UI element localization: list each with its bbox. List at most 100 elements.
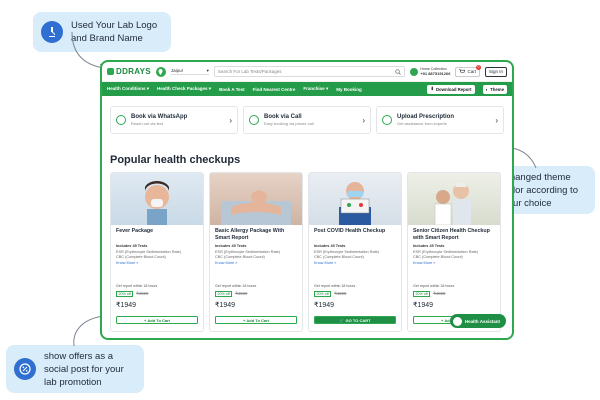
know-more-link[interactable]: Know More » (413, 261, 495, 265)
option-subtitle: Reach out via text (131, 121, 164, 126)
package-price: ₹1949 (215, 302, 236, 309)
know-more-link[interactable]: Know More » (314, 261, 396, 265)
website-preview: DDRAYS Jaipur ▾ Search For Lab Tests/Pac… (100, 60, 514, 340)
download-icon: ⬇ (430, 86, 434, 91)
discount-icon (14, 358, 36, 380)
discount-badge: 20% off (314, 291, 332, 297)
package-price: ₹1949 (116, 302, 137, 309)
main-nav: Health Conditions ▾ Health Check Package… (102, 82, 512, 96)
nav-book-a-test[interactable]: Book A Test (219, 87, 245, 92)
report-time: Get report within 18 hours (314, 284, 356, 288)
microscope-icon (41, 21, 63, 43)
cart-count-badge: 0 (475, 64, 481, 70)
nav-health-check-packages[interactable]: Health Check Packages ▾ (157, 86, 211, 92)
report-time: Get report within 18 hours (413, 284, 455, 288)
cart-icon: 🛒 (339, 317, 345, 323)
package-test: ESR (Erythrocyte Sedimentation Rate) (215, 249, 280, 254)
package-title: Post COVID Health Checkup (314, 228, 386, 234)
cart-label: Cart (467, 69, 476, 74)
option-title: Book via WhatsApp (131, 114, 188, 120)
discount-badge: 20% off (413, 291, 431, 297)
nav-health-conditions[interactable]: Health Conditions ▾ (107, 86, 149, 92)
package-card[interactable]: Fever Package Includes 45 Tests ESR (Ery… (110, 172, 204, 332)
report-time: Get report within 18 hours (116, 284, 158, 288)
search-icon[interactable] (395, 68, 402, 75)
package-test: CBC (Complete Blood Count) (215, 255, 265, 259)
go-to-cart-button[interactable]: 🛒 GO TO CART (314, 316, 396, 324)
chevron-right-icon: › (362, 115, 365, 125)
chevron-right-icon: › (495, 115, 498, 125)
brand-logo[interactable]: DDRAYS (107, 67, 151, 76)
discount-badge: 20% off (215, 291, 233, 297)
package-title: Fever Package (116, 228, 154, 234)
health-assistant-label: Health Assistant (464, 318, 500, 324)
option-title: Upload Prescription (397, 114, 455, 120)
package-test: CBC (Complete Blood Count) (314, 255, 364, 259)
location-value: Jaipur (170, 68, 184, 73)
prescription-icon (382, 115, 392, 125)
original-price: ₹4599 (433, 291, 446, 296)
logo-mark-icon (107, 68, 114, 75)
package-includes: Includes 45 Tests (413, 244, 445, 248)
package-test: ESR (Erythrocyte Sedimentation Rate) (116, 249, 181, 254)
section-title: Popular health checkups (110, 154, 241, 166)
theme-button[interactable]: ◐ Theme (482, 84, 507, 94)
location-pin-icon (155, 66, 166, 77)
option-whatsapp[interactable]: Book via WhatsApp Reach out via text › (110, 106, 238, 134)
location-select[interactable]: Jaipur ▾ (170, 68, 209, 75)
package-title: Basic Allergy Package With Smart Report (215, 228, 285, 241)
package-includes: Includes 45 Tests (314, 244, 346, 248)
package-includes: Includes 45 Tests (215, 244, 247, 248)
package-price: ₹1949 (314, 302, 335, 309)
add-to-cart-button[interactable]: + Add To Cart (116, 316, 198, 324)
option-subtitle: Get assistance from experts (397, 121, 447, 126)
nav-franchise[interactable]: Franchise ▾ (303, 86, 328, 92)
discount-badge: 20% off (116, 291, 134, 297)
cart-button[interactable]: Cart 0 (455, 64, 481, 77)
callout-offer-text: show offers as a social post for your la… (44, 350, 124, 388)
report-time: Get report within 18 hours (215, 284, 257, 288)
know-more-link[interactable]: Know More » (215, 261, 297, 265)
package-image (210, 173, 302, 225)
know-more-link[interactable]: Know More » (116, 261, 198, 265)
nav-find-nearest-centre[interactable]: Find Nearest Centre (253, 87, 296, 92)
chevron-down-icon: ▾ (206, 68, 209, 73)
package-card[interactable]: Post COVID Health Checkup Includes 45 Te… (308, 172, 402, 332)
sign-in-button[interactable]: Sign In (484, 66, 507, 77)
top-bar: DDRAYS Jaipur ▾ Search For Lab Tests/Pac… (102, 62, 512, 82)
package-image (309, 173, 401, 225)
page: Used Your Lab Logo and Brand Name Change… (0, 0, 600, 400)
phone-number: +91 8875151266 (420, 70, 451, 76)
checkup-cards: Fever Package Includes 45 Tests ESR (Ery… (102, 172, 512, 332)
health-assistant-button[interactable]: Health Assistant (449, 314, 506, 328)
phone-icon (249, 115, 259, 125)
search-placeholder: Search For Lab Tests/Packages (217, 69, 282, 74)
original-price: ₹4599 (334, 291, 347, 296)
option-upload-prescription[interactable]: Upload Prescription Get assistance from … (376, 106, 504, 134)
chevron-right-icon: › (229, 115, 232, 125)
search-input[interactable]: Search For Lab Tests/Packages (213, 66, 406, 77)
option-title: Book via Call (264, 114, 302, 120)
home-collection-contact[interactable]: Home Collection +91 8875151266 (410, 67, 450, 76)
package-card[interactable]: Senior Citizen Health Checkup with Smart… (407, 172, 501, 332)
package-price: ₹1949 (413, 302, 434, 309)
package-card[interactable]: Basic Allergy Package With Smart Report … (209, 172, 303, 332)
package-test: CBC (Complete Blood Count) (413, 255, 463, 259)
whatsapp-icon (116, 115, 126, 125)
package-title: Senior Citizen Health Checkup with Smart… (413, 228, 490, 241)
callout-theme-text: Changed theme color according to your ch… (503, 171, 578, 209)
nav-my-booking[interactable]: My Booking (336, 87, 362, 92)
add-to-cart-button[interactable]: + Add To Cart (215, 316, 297, 324)
package-test: CBC (Complete Blood Count) (116, 255, 166, 259)
download-report-button[interactable]: ⬇ Download Report (427, 84, 475, 94)
callout-offer: show offers as a social post for your la… (6, 345, 144, 393)
original-price: ₹4599 (235, 291, 248, 296)
package-test: ESR (Erythrocyte Sedimentation Rate) (413, 249, 478, 254)
palette-small-icon: ◐ (485, 86, 489, 92)
option-call[interactable]: Book via Call Easy booking via phone cal… (243, 106, 371, 134)
cart-icon (459, 69, 466, 73)
package-test: ESR (Erythrocyte Sedimentation Rate) (314, 249, 379, 254)
booking-options: Book via WhatsApp Reach out via text › B… (102, 96, 512, 134)
phone-icon (410, 67, 419, 76)
original-price: ₹4599 (136, 291, 149, 296)
